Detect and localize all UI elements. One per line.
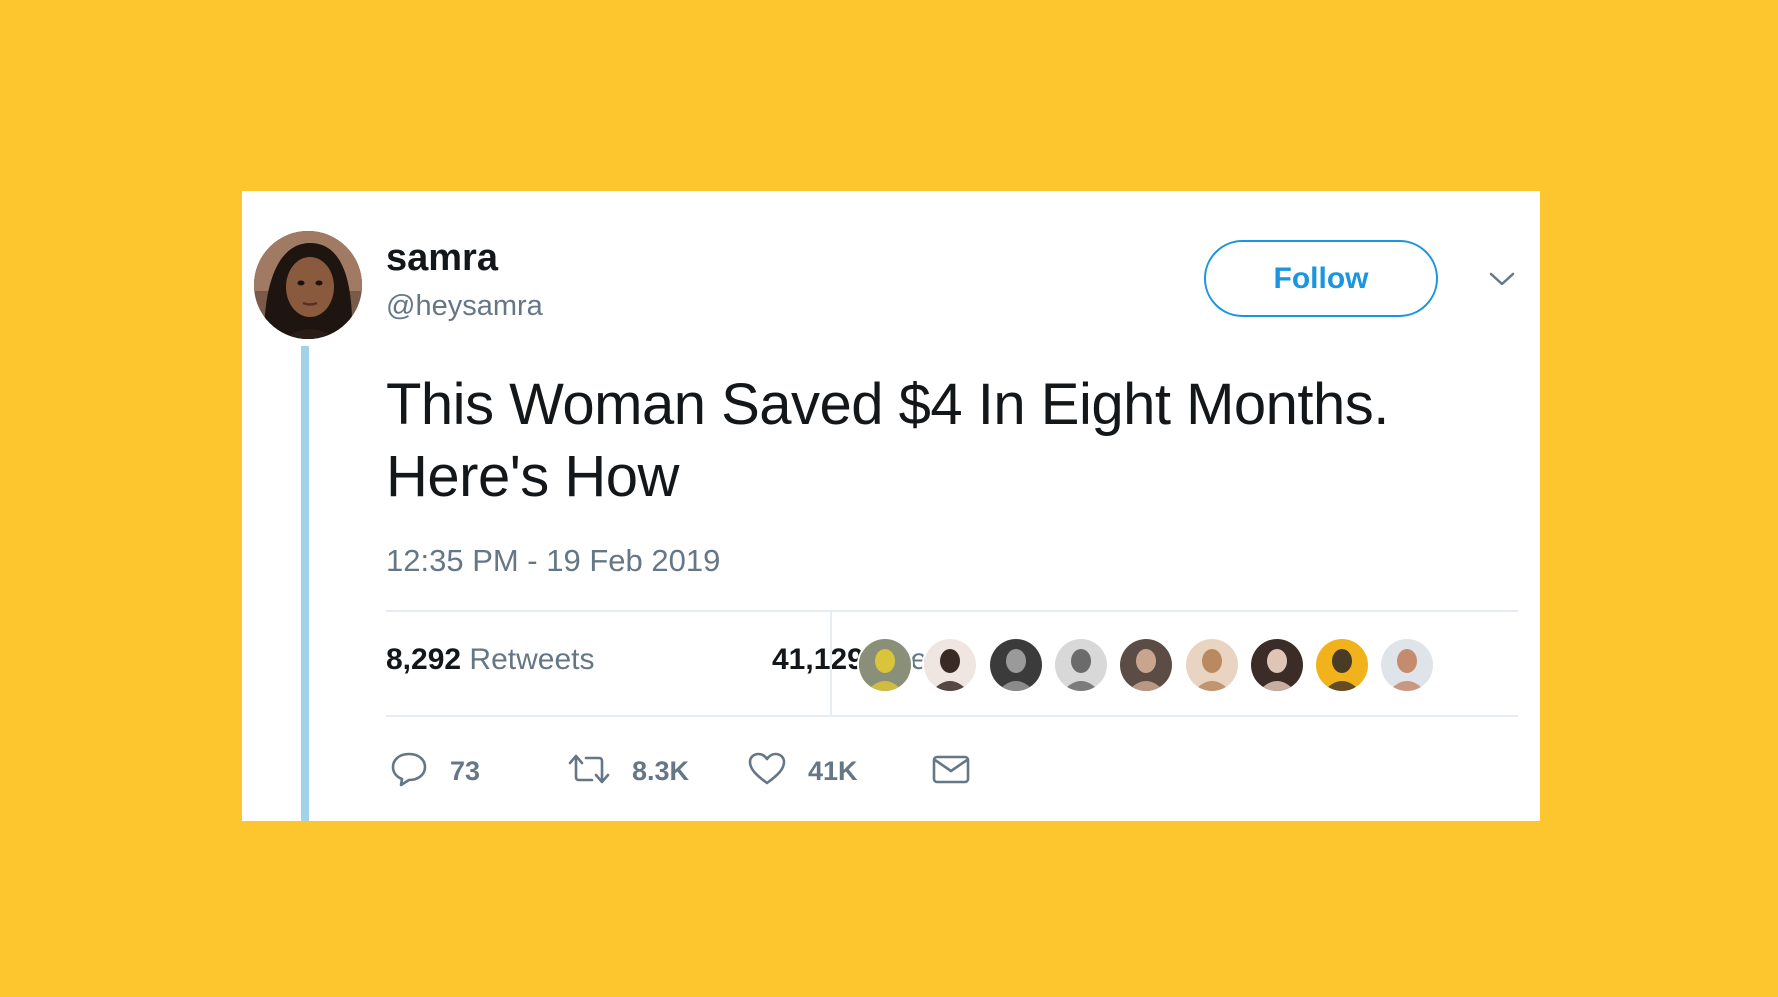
liker-avatar[interactable] bbox=[1118, 637, 1175, 693]
reply-button[interactable]: 73 bbox=[390, 746, 480, 796]
tweet-card: samra @heysamra Follow This Woman Saved … bbox=[242, 191, 1540, 821]
liker-avatar[interactable] bbox=[1379, 637, 1436, 693]
retweet-button[interactable]: 8.3K bbox=[568, 746, 689, 796]
liker-avatar[interactable] bbox=[987, 637, 1044, 693]
retweets-label: Retweets bbox=[469, 643, 595, 676]
tweet-timestamp[interactable]: 12:35 PM - 19 Feb 2019 bbox=[386, 543, 720, 579]
liker-avatar[interactable] bbox=[922, 637, 979, 693]
stats-separator bbox=[830, 612, 832, 715]
liker-avatar[interactable] bbox=[1052, 637, 1109, 693]
liker-avatar[interactable] bbox=[1314, 637, 1371, 693]
author-handle[interactable]: @heysamra bbox=[386, 290, 543, 323]
divider bbox=[386, 610, 1518, 612]
liker-avatar[interactable] bbox=[1248, 637, 1305, 693]
liker-avatar[interactable] bbox=[857, 637, 913, 693]
divider bbox=[386, 715, 1518, 717]
envelope-icon bbox=[932, 754, 970, 789]
tweet-text-line-1: This Woman Saved $4 In Eight Months. bbox=[386, 372, 1389, 437]
avatar[interactable] bbox=[254, 231, 362, 339]
like-button[interactable]: 41K bbox=[748, 746, 858, 796]
like-count: 41K bbox=[808, 755, 858, 786]
chevron-down-icon[interactable] bbox=[1485, 262, 1519, 296]
direct-message-button[interactable] bbox=[932, 746, 970, 796]
tweet-text-line-2: Here's How bbox=[386, 444, 679, 509]
follow-button[interactable]: Follow bbox=[1204, 240, 1438, 317]
thread-line bbox=[301, 346, 309, 821]
reply-count: 73 bbox=[450, 755, 481, 786]
retweets-stat[interactable]: 8,292 Retweets bbox=[386, 643, 594, 676]
author-name[interactable]: samra bbox=[386, 237, 498, 280]
tweet-stats: 8,292 Retweets 41,129 Likes bbox=[386, 643, 942, 677]
reply-icon bbox=[390, 751, 428, 792]
liker-avatar[interactable] bbox=[1183, 637, 1240, 693]
retweets-count: 8,292 bbox=[386, 643, 462, 676]
retweet-icon bbox=[568, 753, 610, 790]
tweet-text: This Woman Saved $4 In Eight Months. Her… bbox=[386, 369, 1506, 513]
heart-icon bbox=[748, 752, 786, 791]
likes-count: 41,129 bbox=[772, 643, 864, 676]
retweet-count: 8.3K bbox=[632, 755, 690, 786]
